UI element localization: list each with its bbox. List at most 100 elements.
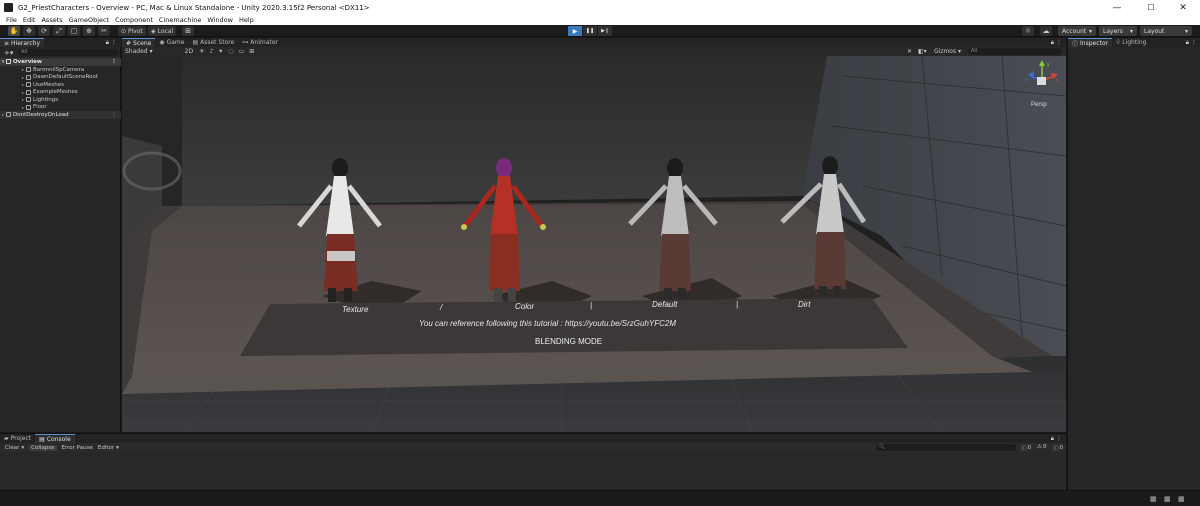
tab-animator[interactable]: ⊶ Animator [238, 38, 282, 47]
tools-icon[interactable]: ✕ [907, 48, 912, 55]
persp-label[interactable]: Persp [1031, 102, 1047, 108]
menu-file[interactable]: File [6, 16, 17, 24]
lock-icon[interactable]: 🔒︎ [1186, 39, 1189, 47]
hierarchy-search-input[interactable]: All [18, 49, 118, 56]
scene-name: Overview [13, 58, 42, 65]
tab-hierarchy[interactable]: ≡ Hierarchy [0, 38, 45, 47]
hierarchy-item[interactable]: ▸ UseMeshes [0, 81, 121, 89]
hand-tool-icon[interactable]: ✋ [8, 26, 20, 36]
scene-canvas[interactable]: Texture / Color | Default | Dirt You can… [122, 56, 1066, 432]
chevron-down-icon: ▾ [1088, 27, 1092, 35]
audio-toggle-icon[interactable]: ♪ [209, 48, 213, 55]
hierarchy-item[interactable]: ▸ BaronnilSpCamera [0, 66, 121, 74]
lock-icon[interactable]: 🔒︎ [106, 39, 109, 47]
minimize-button[interactable]: — [1100, 0, 1134, 15]
debug-icon[interactable]: ▦ [1178, 495, 1185, 503]
hierarchy-item-label: DawnDefaultSceneRoot [33, 74, 98, 81]
lock-icon[interactable]: 🔒︎ [1051, 39, 1054, 47]
move-tool-icon[interactable]: ✥ [23, 26, 35, 36]
effects-toggle-icon[interactable]: ✦ [218, 48, 223, 55]
grid-snap-icon[interactable]: ⊞ [182, 26, 194, 36]
tab-inspector[interactable]: ⓘ Inspector [1068, 38, 1113, 48]
kebab-menu-icon[interactable]: ⋮ [111, 58, 117, 65]
error-icon: ⓘ [1053, 446, 1059, 452]
tab-asset-store[interactable]: ▤ Asset Store [188, 38, 238, 47]
chevron-down-icon[interactable]: ▾ [150, 48, 153, 55]
tab-scene[interactable]: # Scene [122, 38, 156, 47]
error-pause-label: Error Pause [61, 444, 93, 451]
chevron-down-icon[interactable]: ▾ [958, 48, 961, 55]
console-search-input[interactable]: 🔍︎ [876, 444, 1016, 451]
kebab-menu-icon[interactable]: ⋮ [111, 111, 117, 118]
info-icon: ⓘ [1021, 446, 1027, 452]
scene-search-input[interactable]: All [968, 48, 1062, 55]
local-toggle[interactable]: ◈ Local [148, 26, 177, 36]
menu-component[interactable]: Component [115, 16, 153, 24]
scale-tool-icon[interactable]: ⤢ [53, 26, 65, 36]
hierarchy-item[interactable]: ▸ Lightings [0, 96, 121, 104]
transform-tool-icon[interactable]: ⊕ [83, 26, 95, 36]
hierarchy-dontdestroy-row[interactable]: ▸ DontDestroyOnLoad ⋮ [0, 111, 121, 119]
custom-tool-icon[interactable]: ✂ [98, 26, 110, 36]
warning-counter[interactable]: ⚠ 0 [1037, 444, 1046, 450]
collapse-toggle[interactable]: Collapse [29, 444, 57, 451]
menu-bar: File Edit Assets GameObject Component Ci… [0, 15, 1200, 25]
gizmos-dropdown[interactable]: Gizmos [934, 48, 956, 55]
hierarchy-item[interactable]: ▸ ExampleMeshes [0, 89, 121, 97]
tab-console[interactable]: ▤ Console [35, 434, 75, 443]
layers-dropdown[interactable]: Layers ▾ [1099, 26, 1137, 36]
list-icon: ≡ [4, 39, 10, 47]
pause-button[interactable]: ❚❚ [583, 26, 597, 36]
collab-icon[interactable]: ☼ [1022, 26, 1034, 36]
error-counter[interactable]: ⓘ 0 [1053, 444, 1063, 452]
maximize-button[interactable]: ☐ [1134, 0, 1168, 15]
gizmo-settings-icon[interactable]: ◧▾ [918, 48, 927, 55]
tab-lighting[interactable]: 💡︎ Lighting [1112, 38, 1150, 47]
gizmo-toggle-icon[interactable]: ⊞ [249, 48, 254, 55]
play-button[interactable]: ▶ [568, 26, 582, 36]
pivot-toggle[interactable]: ⊙ Pivot [118, 26, 146, 36]
lighting-toggle-icon[interactable]: ☀ [199, 48, 204, 55]
hierarchy-item-label: UseMeshes [33, 81, 65, 88]
rotate-tool-icon[interactable]: ⟳ [38, 26, 50, 36]
kebab-menu-icon[interactable]: ⋮ [1191, 39, 1197, 46]
menu-help[interactable]: Help [239, 16, 254, 24]
hierarchy-item[interactable]: ▸ Floor [0, 104, 121, 112]
menu-window[interactable]: Window [207, 16, 233, 24]
cache-icon[interactable]: ▦ [1164, 495, 1171, 503]
animator-icon: ⊶ [242, 39, 249, 46]
add-object-icon[interactable]: +▾ [4, 49, 13, 57]
error-pause-toggle[interactable]: Error Pause [62, 445, 93, 451]
close-button[interactable]: ✕ [1166, 0, 1200, 15]
progress-icon[interactable]: ▦ [1150, 495, 1157, 503]
kebab-menu-icon[interactable]: ⋮ [111, 39, 117, 46]
editor-dropdown[interactable]: Editor ▾ [98, 445, 119, 451]
layout-dropdown[interactable]: Layout ▾ [1140, 26, 1192, 36]
kebab-menu-icon[interactable]: ⋮ [1056, 435, 1062, 442]
hierarchy-item[interactable]: ▸ DawnDefaultSceneRoot [0, 74, 121, 82]
clear-button[interactable]: Clear ▾ [5, 445, 24, 451]
asset-store-icon: ▤ [192, 39, 199, 46]
menu-assets[interactable]: Assets [41, 16, 62, 24]
hidden-objects-icon[interactable]: ◌ [228, 48, 233, 55]
account-dropdown[interactable]: Account ▾ [1058, 26, 1096, 36]
scene-view-panel: # Scene ◉ Game ▤ Asset Store ⊶ Animator … [122, 38, 1066, 432]
lock-icon[interactable]: 🔒︎ [1051, 435, 1054, 443]
step-button[interactable]: ▶❙ [598, 26, 612, 36]
status-bar: ▦ ▦ ▦ [0, 490, 1200, 506]
menu-edit[interactable]: Edit [23, 16, 36, 24]
menu-cinemachine[interactable]: Cinemachine [159, 16, 201, 24]
hierarchy-scene-row[interactable]: ▼ Overview ⋮ [0, 58, 121, 66]
kebab-menu-icon[interactable]: ⋮ [1056, 39, 1062, 46]
shading-mode-dropdown[interactable]: Shaded [125, 48, 148, 55]
console-panel: ▰ Project ▤ Console 🔒︎ ⋮ Clear ▾ Collaps… [0, 433, 1066, 490]
camera-settings-icon[interactable]: ▭ [239, 48, 245, 55]
rect-tool-icon[interactable]: ▢ [68, 26, 80, 36]
menu-gameobject[interactable]: GameObject [69, 16, 110, 24]
mode-2d-toggle[interactable]: 2D [185, 48, 193, 55]
cloud-icon[interactable]: ☁ [1040, 26, 1052, 36]
log-counter[interactable]: ⓘ 0 [1021, 444, 1031, 452]
tab-project[interactable]: ▰ Project [0, 434, 35, 443]
tab-inspector-label: Inspector [1080, 39, 1109, 47]
tab-game[interactable]: ◉ Game [155, 38, 188, 47]
